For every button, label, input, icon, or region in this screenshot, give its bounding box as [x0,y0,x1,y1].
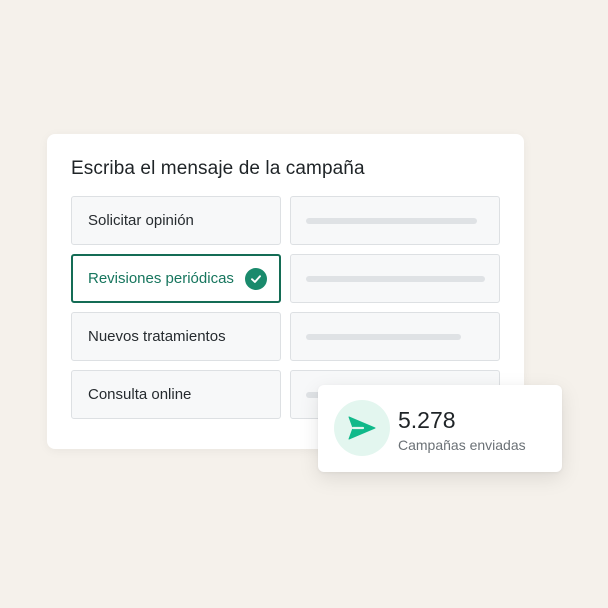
message-placeholder [290,196,500,245]
option-label: Nuevos tratamientos [88,328,226,345]
send-icon [334,400,390,456]
option-nuevos-tratamientos[interactable]: Nuevos tratamientos [71,312,281,361]
campaigns-sent-card: 5.278 Campañas enviadas [318,385,562,472]
option-consulta-online[interactable]: Consulta online [71,370,281,419]
card-title: Escriba el mensaje de la campaña [71,158,365,179]
check-icon [245,267,267,290]
option-label: Consulta online [88,386,192,403]
option-label: Solicitar opinión [88,212,194,229]
placeholder-line [306,333,461,340]
campaigns-sent-label: Campañas enviadas [398,437,526,453]
option-revisiones-periodicas[interactable]: Revisiones periódicas [71,254,281,303]
option-label: Revisiones periódicas [88,270,234,287]
message-placeholder [290,254,500,303]
message-placeholder [290,312,500,361]
campaigns-sent-count: 5.278 [398,407,456,433]
placeholder-line [306,275,485,282]
stage: Escriba el mensaje de la campaña Solicit… [0,0,608,608]
placeholder-line [306,217,477,224]
option-solicitar-opinion[interactable]: Solicitar opinión [71,196,281,245]
